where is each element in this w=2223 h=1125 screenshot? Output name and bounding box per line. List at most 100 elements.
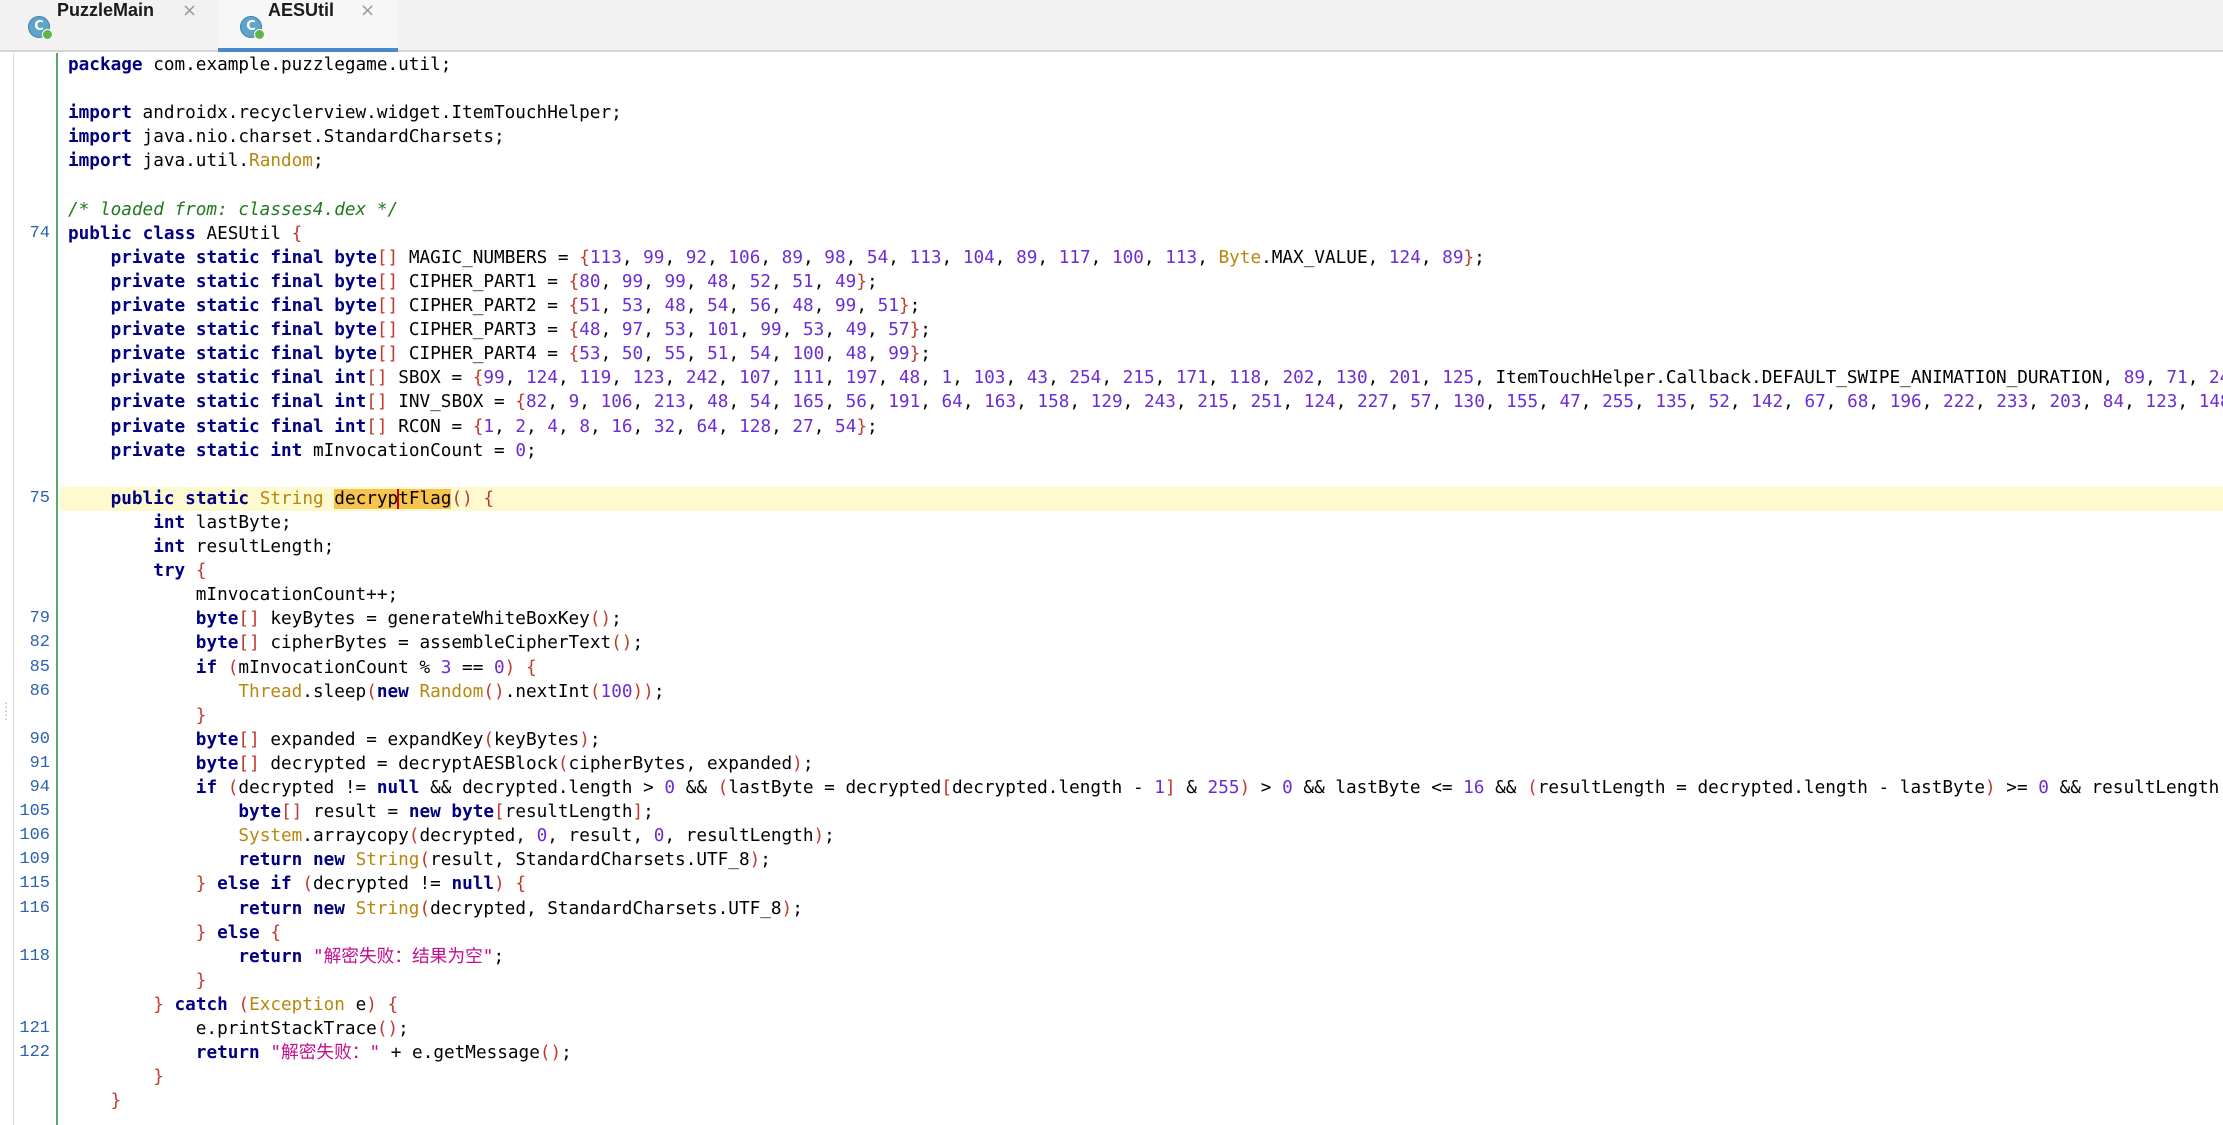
- code-line[interactable]: 74 public class AESUtil {: [0, 222, 2223, 246]
- line-number: 118: [19, 946, 50, 966]
- code-text: return "解密失败：结果为空";: [238, 946, 505, 967]
- code-line[interactable]: private static final byte[] MAGIC_NUMBER…: [0, 246, 2223, 270]
- tab-label: AESUtil: [268, 0, 335, 20]
- code-text: } else {: [195, 922, 282, 943]
- line-number: 94: [29, 778, 50, 797]
- code-text: private static final int[] INV_SBOX = {8…: [110, 392, 2223, 413]
- code-line[interactable]: }: [0, 1089, 2223, 1113]
- code-line[interactable]: 94 if (decrypted != null && decrypted.le…: [0, 776, 2223, 800]
- line-number: 105: [19, 802, 50, 822]
- code-text: private static final byte[] CIPHER_PART2…: [110, 296, 921, 316]
- code-line[interactable]: [0, 463, 2223, 487]
- code-line[interactable]: private static final byte[] CIPHER_PART3…: [0, 318, 2223, 342]
- code-line[interactable]: 115 } else if (decrypted != null) {: [0, 872, 2223, 896]
- code-text: private static final int[] RCON = {1, 2,…: [110, 416, 878, 437]
- code-text: } catch (Exception e) {: [153, 994, 399, 1015]
- tab-label: PuzzleMain: [57, 0, 155, 20]
- tab-puzzlemain[interactable]: C PuzzleMain ×: [0, 0, 210, 52]
- code-text: import androidx.recyclerview.widget.Item…: [68, 103, 622, 124]
- tab-aesutil[interactable]: C AESUtil ×: [218, 0, 398, 52]
- line-number: 106: [19, 826, 50, 846]
- code-text: package com.example.puzzlegame.util;: [68, 55, 452, 75]
- code-line[interactable]: [0, 174, 2223, 198]
- code-text: private static final byte[] CIPHER_PART4…: [110, 344, 931, 365]
- code-text: private static final byte[] CIPHER_PART3…: [110, 320, 931, 341]
- code-text: }: [110, 1091, 122, 1112]
- code-line[interactable]: try {: [0, 559, 2223, 583]
- line-number: 115: [19, 874, 50, 894]
- code-line[interactable]: 109 return new String(result, StandardCh…: [0, 848, 2223, 872]
- code-text: mInvocationCount++;: [68, 585, 399, 606]
- code-line[interactable]: 106 System.arraycopy(decrypted, 0, resul…: [0, 824, 2223, 848]
- code-text: return new String(decrypted, StandardCha…: [238, 898, 803, 919]
- code-line[interactable]: 91 byte[] decrypted = decryptAESBlock(ci…: [0, 752, 2223, 776]
- code-line[interactable]: 105 byte[] result = new byte[resultLengt…: [0, 800, 2223, 824]
- code-line[interactable]: private static final byte[] CIPHER_PART2…: [0, 294, 2223, 318]
- code-line[interactable]: }: [0, 1065, 2223, 1089]
- code-line[interactable]: 121 e.printStackTrace();: [0, 1017, 2223, 1041]
- code-text: /* loaded from: classes4.dex */: [68, 199, 399, 220]
- line-number: 86: [29, 681, 50, 701]
- close-icon[interactable]: ×: [360, 0, 375, 21]
- code-line[interactable]: 116 return new String(decrypted, Standar…: [0, 897, 2223, 921]
- line-number: 74: [29, 223, 50, 243]
- line-number: 85: [29, 657, 50, 677]
- code-line[interactable]: import java.nio.charset.StandardCharsets…: [0, 125, 2223, 149]
- line-number: 79: [29, 609, 50, 629]
- close-icon[interactable]: ×: [182, 0, 197, 21]
- line-number: 82: [29, 633, 50, 653]
- code-line[interactable]: } else {: [0, 921, 2223, 945]
- class-icon: C: [28, 16, 53, 40]
- code-line[interactable]: import java.util.Random;: [0, 149, 2223, 173]
- code-line[interactable]: 86 Thread.sleep(new Random().nextInt(100…: [0, 680, 2223, 704]
- code-line[interactable]: mInvocationCount++;: [0, 583, 2223, 607]
- code-line[interactable]: /* loaded from: classes4.dex */: [0, 198, 2223, 222]
- code-line[interactable]: 82 byte[] cipherBytes = assembleCipherTe…: [0, 631, 2223, 655]
- code-line[interactable]: 122 return "解密失败：" + e.getMessage();: [0, 1041, 2223, 1065]
- code-text: byte[] decrypted = decryptAESBlock(ciphe…: [195, 753, 814, 774]
- code-text: public class AESUtil {: [68, 223, 303, 244]
- code-text: }: [195, 970, 207, 991]
- code-line[interactable]: 79 byte[] keyBytes = generateWhiteBoxKey…: [0, 607, 2223, 631]
- code-line[interactable]: }: [0, 704, 2223, 728]
- code-text: return "解密失败：" + e.getMessage();: [195, 1043, 572, 1064]
- code-line[interactable]: private static final byte[] CIPHER_PART4…: [0, 342, 2223, 366]
- code-line[interactable]: private static final int[] RCON = {1, 2,…: [0, 415, 2223, 439]
- code-text: private static final byte[] CIPHER_PART1…: [110, 271, 878, 292]
- line-number: 75: [29, 488, 50, 508]
- code-line[interactable]: 75 public static String decryptFlag() {: [30, 486, 2223, 511]
- code-text: private static int mInvocationCount = 0;: [110, 440, 537, 461]
- code-text: int resultLength;: [153, 537, 335, 557]
- line-number: 91: [29, 753, 50, 773]
- code-line[interactable]: private static final int[] SBOX = {99, 1…: [0, 366, 2223, 390]
- code-text: import java.nio.charset.StandardCharsets…: [68, 127, 505, 148]
- code-editor[interactable]: ⋮ ⋮ package com.example.puzzlegame.util; i…: [0, 53, 2223, 1125]
- code-text: Thread.sleep(new Random().nextInt(100));: [238, 681, 665, 702]
- code-line[interactable]: 118 return "解密失败：结果为空";: [0, 945, 2223, 969]
- code-line[interactable]: 90 byte[] expanded = expandKey(keyBytes)…: [0, 728, 2223, 752]
- line-number: 109: [19, 850, 50, 870]
- line-number: 90: [29, 729, 50, 749]
- code-line[interactable]: [0, 77, 2223, 101]
- code-line[interactable]: }: [0, 969, 2223, 993]
- code-text: }: [195, 705, 207, 726]
- code-line[interactable]: package com.example.puzzlegame.util;: [0, 53, 2223, 77]
- code-text: byte[] keyBytes = generateWhiteBoxKey();: [195, 609, 622, 630]
- code-text: try {: [153, 561, 207, 582]
- code-text: private static final byte[] MAGIC_NUMBER…: [110, 247, 1485, 268]
- search-match: decryptFlag: [334, 488, 452, 509]
- code-line[interactable]: int resultLength;: [0, 535, 2223, 559]
- code-line[interactable]: } catch (Exception e) {: [0, 993, 2223, 1017]
- code-line[interactable]: private static final byte[] CIPHER_PART1…: [0, 270, 2223, 294]
- code-text: if (mInvocationCount % 3 == 0) {: [195, 657, 537, 678]
- code-line[interactable]: import androidx.recyclerview.widget.Item…: [0, 101, 2223, 125]
- text-caret: [397, 488, 400, 509]
- line-number: 122: [19, 1043, 50, 1063]
- code-line[interactable]: int lastByte;: [0, 511, 2223, 535]
- code-text: e.printStackTrace();: [68, 1019, 409, 1039]
- line-number: 116: [19, 898, 50, 918]
- code-line[interactable]: 85 if (mInvocationCount % 3 == 0) {: [0, 656, 2223, 680]
- code-line[interactable]: private static int mInvocationCount = 0;: [0, 439, 2223, 463]
- code-line[interactable]: private static final int[] INV_SBOX = {8…: [0, 390, 2223, 414]
- code-text: byte[] expanded = expandKey(keyBytes);: [195, 729, 601, 750]
